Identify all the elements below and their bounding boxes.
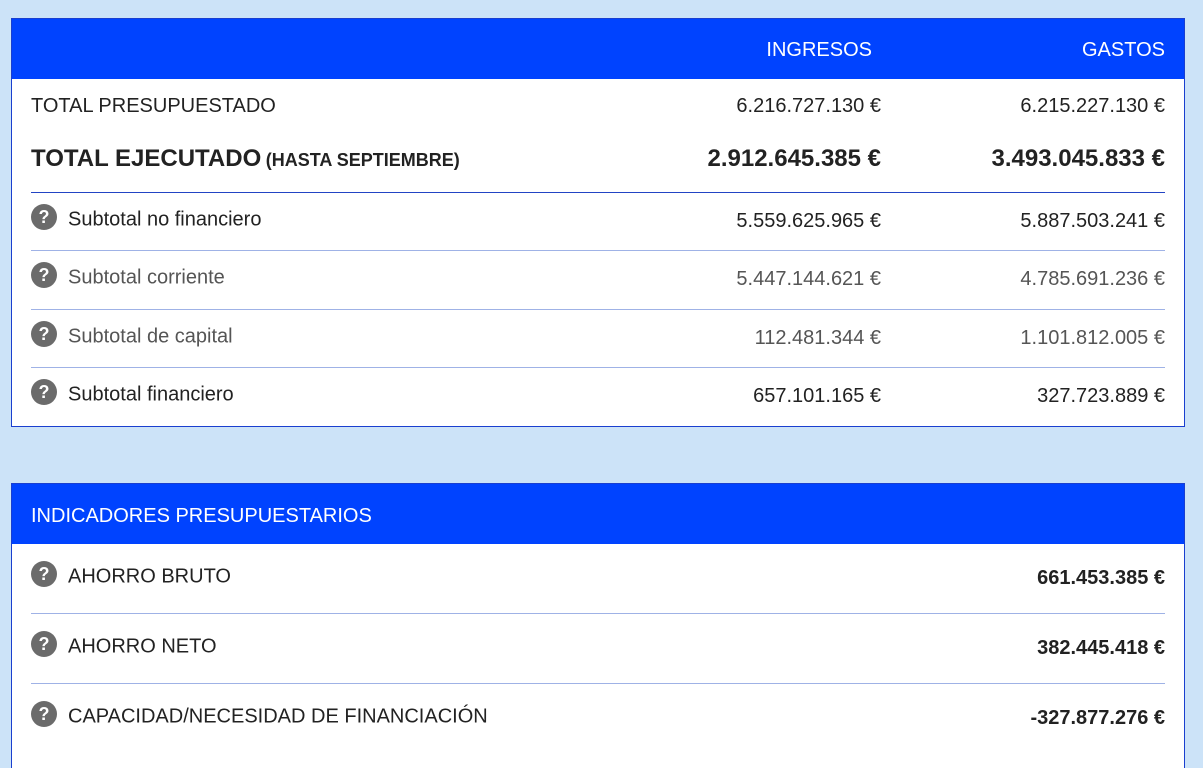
indicator-label: AHORRO NETO <box>68 635 217 658</box>
value-ingresos: 5.447.144.621 € <box>736 268 881 290</box>
value-ingresos: 6.216.727.130 € <box>736 95 881 117</box>
budget-summary-panel: INGRESOS GASTOS TOTAL PRESUPUESTADO 6.21… <box>11 18 1185 427</box>
value-gastos: 1.101.812.005 € <box>1020 327 1165 349</box>
row-label: Subtotal de capital <box>68 325 233 348</box>
help-icon[interactable]: ? <box>31 631 57 657</box>
indicator-value: 661.453.385 € <box>1037 567 1165 589</box>
row-label: Subtotal financiero <box>68 383 234 406</box>
divider <box>31 613 1165 614</box>
col-header-ingresos: INGRESOS <box>766 39 872 61</box>
help-icon[interactable]: ? <box>31 379 57 405</box>
summary-header: INGRESOS GASTOS <box>12 19 1184 79</box>
value-gastos: 5.887.503.241 € <box>1020 210 1165 232</box>
divider <box>31 250 1165 251</box>
divider <box>31 309 1165 310</box>
row-label: Subtotal corriente <box>68 266 225 289</box>
value-ingresos: 2.912.645.385 € <box>707 145 882 172</box>
indicators-header: INDICADORES PRESUPUESTARIOS <box>12 484 1184 544</box>
indicators-title: INDICADORES PRESUPUESTARIOS <box>31 505 372 527</box>
indicator-label: CAPACIDAD/NECESIDAD DE FINANCIACIÓN <box>68 705 488 728</box>
col-header-gastos: GASTOS <box>1082 39 1165 61</box>
indicator-label: AHORRO BRUTO <box>68 565 231 588</box>
value-ingresos: 657.101.165 € <box>753 385 881 407</box>
value-gastos: 4.785.691.236 € <box>1020 268 1165 290</box>
help-icon[interactable]: ? <box>31 321 57 347</box>
row-sublabel: (HASTA SEPTIEMBRE) <box>265 150 460 170</box>
value-ingresos: 112.481.344 € <box>754 327 881 349</box>
help-icon[interactable]: ? <box>31 701 57 727</box>
help-icon[interactable]: ? <box>31 561 57 587</box>
help-icon[interactable]: ? <box>31 204 57 230</box>
row-label: TOTAL PRESUPUESTADO <box>31 95 276 117</box>
divider <box>31 683 1165 684</box>
value-gastos: 6.215.227.130 € <box>1020 95 1165 117</box>
help-icon[interactable]: ? <box>31 262 57 288</box>
value-gastos: 3.493.045.833 € <box>991 145 1166 172</box>
divider <box>31 192 1165 193</box>
indicator-value: 382.445.418 € <box>1037 637 1165 659</box>
value-gastos: 327.723.889 € <box>1037 385 1165 407</box>
value-ingresos: 5.559.625.965 € <box>736 210 881 232</box>
divider <box>31 367 1165 368</box>
row-label: Subtotal no financiero <box>68 208 262 231</box>
row-label: TOTAL EJECUTADO <box>31 145 262 172</box>
budget-indicators-panel: INDICADORES PRESUPUESTARIOS ? AHORRO BRUT… <box>11 483 1185 768</box>
indicator-value: -327.877.276 € <box>1030 707 1165 729</box>
